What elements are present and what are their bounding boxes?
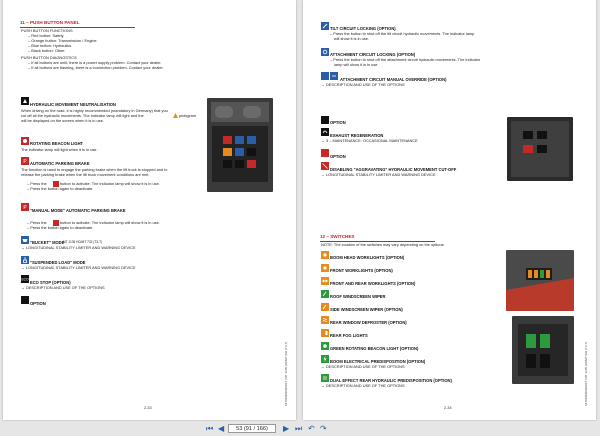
switch-label-6: REAR FOG LIGHTS [330, 333, 368, 338]
disable-cutoff-icon [321, 162, 329, 170]
option-title-2: OPTION [330, 154, 346, 159]
first-page-icon[interactable]: ⏮ [206, 424, 213, 433]
attachment-lock-text-2: lamp will show it is in use. [334, 62, 379, 67]
switch-panel-photo-2 [512, 316, 574, 384]
back-view-icon[interactable]: ↶ [308, 424, 315, 433]
option-title: OPTION [30, 301, 46, 306]
bucket-mode-ref: → LONGITUDINAL STABILITY LIMITER AND WAR… [21, 245, 136, 250]
exhaust-regeneration-ref: → 3 – MAINTENANCE: OCCASIONAL MAINTENANC… [321, 138, 418, 143]
previous-page-icon[interactable]: ◀ [218, 424, 224, 433]
manual-override-icon-2 [330, 72, 338, 80]
switch-label-7: GREEN ROTATING BEACON LIGHT (OPTION) [330, 346, 419, 351]
manual-parking-icon: P [21, 203, 29, 211]
rear-fog-lights-icon [321, 329, 329, 337]
hydraulic-neutralisation-title: HYDRAULIC MOVEMENT NEUTRALISATION [30, 102, 116, 107]
bucket-mode-icon [21, 236, 29, 244]
parking-brake-title: AUTOMATIC PARKING BRAKE [30, 161, 90, 166]
warning-pictogram-icon [173, 113, 178, 118]
side-wiper-icon [321, 303, 329, 311]
manual-page-left: 11 – PUSH BUTTON PANEL PUSH BUTTON FUNCT… [3, 0, 296, 420]
switch-label-4: SIDE WINDSCREEN WIPER (OPTION) [330, 307, 403, 312]
switches-note: NOTE: The location of the switches may v… [321, 242, 445, 247]
eco-stop-ref: → DESCRIPTION AND USE OF THE OPTIONS [21, 285, 105, 290]
front-worklights-icon [321, 264, 329, 272]
exhaust-regeneration-icon [321, 128, 329, 136]
switch-label-3: ROOF WINDSCREEN WIPER [330, 294, 386, 299]
manual-page-right: TILT CIRCUIT LOCKING (OPTION) – Press th… [303, 0, 596, 420]
roof-wiper-icon [321, 290, 329, 298]
diagnostic-text-2: – If all buttons are flashing, there is … [28, 65, 164, 70]
dual-effect-ref: → DESCRIPTION AND USE OF THE OPTIONS [321, 383, 405, 388]
manual-bullet-2: – Press the button again to deactivate. [27, 225, 94, 230]
black-button-text: – Black button: Other. [28, 48, 66, 53]
last-page-icon[interactable]: ⏭ [295, 424, 302, 433]
switch-label-1: FRONT WORKLIGHTS (OPTION) [330, 268, 393, 273]
parking-bullet-2: – Press the button again to deactivate. [27, 186, 94, 191]
page-number-right: 2-34 [444, 406, 452, 410]
document-reference-right: 647018EN00/2017 / MT 1135 HD/MT 932 (T3-… [584, 341, 588, 406]
section-title-push-button-panel: 11 – PUSH BUTTON PANEL [20, 20, 80, 25]
rotating-beacon-title: ROTATING BEACON LIGHT [30, 141, 84, 146]
forward-view-icon[interactable]: ↷ [320, 424, 327, 433]
console-buttons-photo [507, 117, 573, 181]
document-reference-left: 647018EN00/2017 / MT 1135 HD/MT 932 (T3-… [284, 341, 288, 406]
next-page-icon[interactable]: ▶ [283, 424, 289, 433]
parking-brake-icon: P [21, 157, 29, 165]
rear-defroster-icon [321, 316, 329, 324]
hydraulic-neutralisation-icon [21, 97, 29, 105]
dual-effect-hydraulic-icon [321, 374, 329, 382]
page-number-field[interactable]: 53 (91 / 166) [228, 424, 276, 433]
page-number-left: 2-33 [144, 406, 152, 410]
hydraulic-text-3: will be displayed on the screen when it … [21, 118, 104, 123]
suspended-load-ref: → LONGITUDINAL STABILITY LIMITER AND WAR… [21, 265, 136, 270]
tilt-lock-text-2: will show it is in use. [334, 36, 370, 41]
front-rear-worklights-icon [321, 277, 329, 285]
parking-text-2: release the parking brake when the lift … [21, 172, 150, 177]
boom-electrical-icon [321, 355, 329, 363]
option-red-icon [321, 149, 329, 157]
svg-text:ECO: ECO [22, 278, 29, 282]
switch-label-0: BOOM HEAD WORKLIGHTS (OPTION) [330, 255, 405, 260]
section-title-switches: 12 – SWITCHES [320, 234, 355, 239]
suspended-load-icon [21, 256, 29, 264]
disable-cutoff-ref: → LONGITUDINAL STABILITY LIMITER AND WAR… [321, 172, 436, 177]
rotating-beacon-icon [21, 137, 29, 145]
bucket-mode-models: MT 1135 HD/MT 732 (T3-T) [63, 240, 103, 244]
eco-stop-icon: ECO [21, 275, 29, 283]
manual-override-icon-1 [321, 72, 329, 80]
attachment-lock-icon [321, 48, 329, 56]
push-button-panel-photo [207, 98, 273, 192]
switch-label-5: REAR WINDOW DEFROSTER (OPTION) [330, 320, 407, 325]
boom-head-worklights-icon [321, 251, 329, 259]
pdf-viewer-toolbar: ⏮ ◀ 53 (91 / 166) ▶ ⏭ ↶ ↷ [0, 421, 600, 436]
option-button-icon-1 [321, 116, 329, 124]
switch-label-2: FRONT AND REAR WORKLIGHTS (OPTION) [330, 281, 416, 286]
beacon-text: The indicator lamp will light when it is… [21, 147, 98, 152]
boom-electrical-ref: → DESCRIPTION AND USE OF THE OPTIONS [321, 364, 405, 369]
switch-panel-photo-1 [506, 250, 574, 311]
green-beacon-icon [321, 342, 329, 350]
option-title-1: OPTION [330, 120, 346, 125]
manual-override-ref: → DESCRIPTION AND USE OF THE OPTIONS [321, 82, 405, 87]
tilt-lock-icon [321, 22, 329, 30]
manual-mode-title: "MANUAL MODE" AUTOMATIC PARKING BRAKE [30, 208, 126, 213]
option-button-icon [21, 296, 29, 304]
hydraulic-text-2b: pictogram [179, 113, 197, 118]
